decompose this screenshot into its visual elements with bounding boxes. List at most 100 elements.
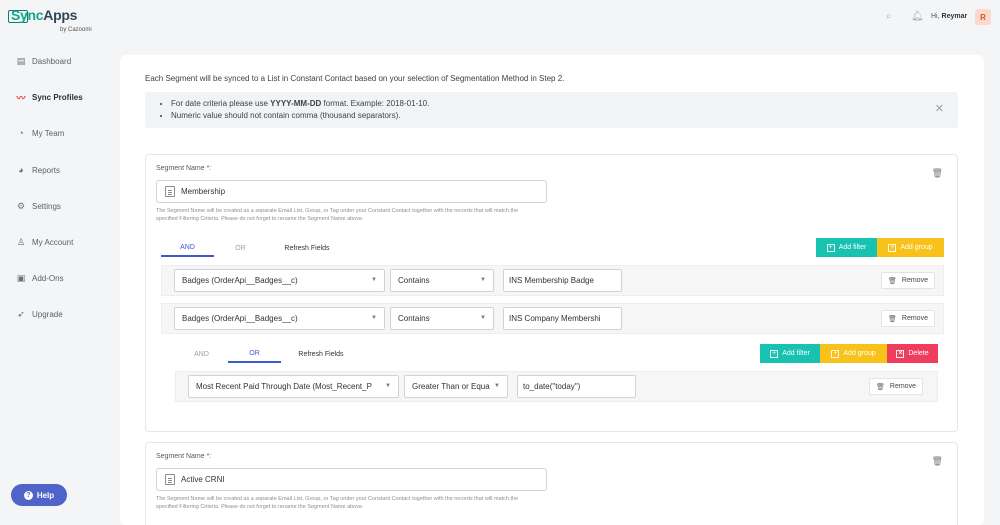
chevron-down-icon: ▼ — [371, 315, 377, 321]
segment-card: Segment Name *: 🗑︎ Active CRNI The Segme… — [145, 442, 958, 525]
main-panel: Each Segment will be synced to a List in… — [120, 55, 984, 525]
value-input[interactable]: to_date("today") — [517, 375, 636, 398]
sidebar-item-my-account[interactable]: ♙ My Account — [0, 228, 105, 256]
trash-icon: 🗑︎ — [876, 383, 885, 391]
tab-and[interactable]: AND — [175, 345, 228, 363]
document-icon — [165, 186, 175, 197]
notice-numeric: Numeric value should not contain comma (… — [171, 110, 958, 122]
gear-icon: ⚙ — [16, 200, 26, 211]
bell-icon[interactable]: 🔔︎ — [911, 11, 924, 22]
reports-icon: ◕ — [18, 165, 24, 175]
search-icon[interactable]: ⌕ — [886, 11, 892, 22]
add-group-button[interactable]: + Add group — [877, 238, 944, 257]
remove-button[interactable]: 🗑︎ Remove — [881, 272, 935, 289]
logo-text-apps: Apps — [43, 7, 78, 23]
sidebar: SyncApps by Cazoomi ▤ Dashboard 〰 Sync P… — [0, 0, 105, 525]
segment-help-text: The Segment Name will be created as a se… — [156, 208, 519, 222]
sidebar-item-label: Settings — [32, 201, 61, 211]
segment-name-input[interactable]: Membership — [156, 180, 547, 203]
tab-and[interactable]: AND — [161, 239, 214, 257]
plus-icon: + — [770, 349, 779, 358]
plus-icon: + — [826, 243, 835, 252]
sidebar-item-label: Reports — [32, 165, 61, 175]
operator-select[interactable]: Contains ▼ — [390, 307, 494, 330]
dashboard-icon: ▤ — [16, 55, 26, 66]
help-button[interactable]: ? Help — [11, 484, 67, 506]
logo-text-sync: Sync — [11, 7, 44, 23]
syncapps-logo[interactable]: SyncApps by Cazoomi — [8, 7, 100, 37]
plus-box-icon: + — [831, 349, 840, 358]
user-name: Reymar — [941, 13, 968, 20]
user-icon: ♙ — [16, 236, 26, 247]
logic-tabs: AND OR Refresh Fields — [161, 239, 347, 257]
filter-row: Badges (OrderApi__Badges__c) ▼ Contains ▼ … — [161, 265, 944, 296]
trash-icon: 🗑︎ — [888, 315, 897, 323]
delete-icon: ✕ — [896, 349, 905, 358]
operator-select[interactable]: Greater Than or Equa ▼ — [404, 375, 508, 398]
sidebar-item-my-team[interactable]: ◔ My Team — [0, 119, 105, 147]
value-input[interactable]: INS Company Membershi — [503, 307, 622, 330]
question-icon: ? — [23, 490, 33, 500]
user-greeting: Hi, Reymar — [931, 13, 967, 20]
segment-help-text: The Segment Name will be created as a se… — [156, 496, 519, 510]
refresh-fields-button[interactable]: Refresh Fields — [267, 239, 347, 257]
sidebar-item-upgrade[interactable]: ➶ Upgrade — [0, 300, 105, 328]
segment-name-input[interactable]: Active CRNI — [156, 468, 547, 491]
addons-icon: ▣ — [16, 272, 26, 283]
chevron-down-icon: ▼ — [480, 315, 486, 321]
rocket-icon: ➶ — [17, 308, 25, 319]
operator-select[interactable]: Contains ▼ — [390, 269, 494, 292]
segment-card: Segment Name *: 🗑︎ Membership The Segmen… — [145, 154, 958, 432]
field-select[interactable]: Most Recent Paid Through Date (Most_Rece… — [188, 375, 399, 398]
plus-box-icon: + — [888, 243, 897, 252]
sidebar-item-label: Upgrade — [32, 309, 63, 319]
sidebar-item-reports[interactable]: ◕ Reports — [0, 156, 105, 184]
tab-or[interactable]: OR — [214, 239, 267, 257]
chevron-down-icon: ▼ — [480, 277, 486, 283]
sidebar-item-label: My Team — [32, 128, 65, 138]
segment-name-label: Segment Name *: — [156, 165, 212, 172]
chevron-down-icon: ▼ — [385, 383, 391, 389]
remove-button[interactable]: 🗑︎ Remove — [869, 378, 923, 395]
value-input[interactable]: INS Membership Badge — [503, 269, 622, 292]
field-select[interactable]: Badges (OrderApi__Badges__c) ▼ — [174, 307, 385, 330]
tab-or[interactable]: OR — [228, 345, 281, 363]
sidebar-item-label: My Account — [32, 237, 74, 247]
document-icon — [165, 474, 175, 485]
sidebar-item-settings[interactable]: ⚙ Settings — [0, 192, 105, 220]
close-icon[interactable]: ✕ — [935, 103, 944, 115]
group-logic-tabs: AND OR Refresh Fields — [175, 345, 361, 363]
notice-box: For date criteria please use YYYY-MM-DD … — [145, 92, 958, 128]
sidebar-item-sync-profiles[interactable]: 〰 Sync Profiles — [0, 83, 105, 111]
sidebar-item-add-ons[interactable]: ▣ Add-Ons — [0, 264, 105, 292]
add-filter-button[interactable]: + Add filter — [760, 344, 820, 363]
filter-row: Badges (OrderApi__Badges__c) ▼ Contains ▼ … — [161, 303, 944, 334]
chevron-down-icon: ▼ — [494, 383, 500, 389]
help-button-label: Help — [36, 490, 55, 500]
segment-name-label: Segment Name *: — [156, 453, 212, 460]
segment-name-value: Membership — [181, 187, 226, 196]
notice-date-format: For date criteria please use YYYY-MM-DD … — [171, 98, 958, 110]
segment-name-value: Active CRNI — [181, 475, 225, 484]
trash-icon[interactable]: 🗑︎ — [932, 168, 943, 179]
sidebar-item-label: Dashboard — [32, 56, 72, 66]
top-bar: ⌕ 🔔︎ Hi, Reymar R — [105, 0, 1000, 38]
add-filter-button[interactable]: + Add filter — [816, 238, 877, 257]
sidebar-item-dashboard[interactable]: ▤ Dashboard — [0, 47, 105, 75]
delete-group-button[interactable]: ✕ Delete — [887, 344, 938, 363]
trash-icon: 🗑︎ — [888, 277, 897, 285]
trend-icon: 〰 — [16, 92, 26, 103]
remove-button[interactable]: 🗑︎ Remove — [881, 310, 935, 327]
sidebar-item-label: Add-Ons — [32, 273, 64, 283]
add-group-button[interactable]: + Add group — [820, 344, 887, 363]
chevron-down-icon: ▼ — [371, 277, 377, 283]
filter-row: Most Recent Paid Through Date (Most_Rece… — [175, 371, 938, 402]
sidebar-item-label: Sync Profiles — [32, 92, 83, 102]
avatar[interactable]: R — [975, 9, 991, 25]
greeting-prefix: Hi, — [931, 13, 940, 20]
segment-intro-text: Each Segment will be synced to a List in… — [145, 74, 565, 83]
field-select[interactable]: Badges (OrderApi__Badges__c) ▼ — [174, 269, 385, 292]
logo-byline: by Cazoomi — [60, 27, 92, 33]
trash-icon[interactable]: 🗑︎ — [932, 456, 943, 467]
refresh-fields-button[interactable]: Refresh Fields — [281, 345, 361, 363]
